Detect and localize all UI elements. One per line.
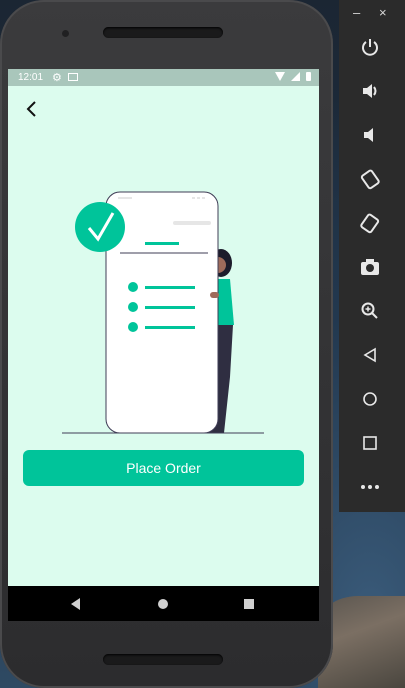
more-button[interactable]: [356, 473, 384, 501]
rotate-right-button[interactable]: [356, 209, 384, 237]
more-icon: [361, 485, 379, 489]
zoom-button[interactable]: [356, 297, 384, 325]
back-button-toolbar[interactable]: [356, 341, 384, 369]
overview-button-toolbar[interactable]: [356, 429, 384, 457]
emulator-toolbar: – ×: [339, 0, 405, 512]
status-bar: 12:01 ⚙: [8, 69, 319, 86]
volume-up-icon: [363, 84, 377, 98]
status-icons: [275, 71, 311, 81]
toolbar-window-controls: – ×: [339, 5, 405, 25]
app-screen: 12:01 ⚙ Place Order: [8, 69, 319, 621]
overview-icon: [363, 436, 377, 450]
top-speaker: [103, 27, 223, 38]
volume-down-icon: [364, 128, 373, 142]
battery-icon: [306, 71, 311, 81]
volume-down-button[interactable]: [356, 121, 384, 149]
bottom-speaker: [103, 654, 223, 665]
place-order-button[interactable]: Place Order: [23, 450, 304, 486]
signal-icon: [291, 71, 300, 81]
back-icon: [363, 347, 376, 363]
rotate-left-icon: [360, 169, 380, 190]
gear-icon: ⚙: [52, 72, 62, 84]
mail-icon: [68, 73, 78, 81]
power-button[interactable]: [356, 33, 384, 61]
screenshot-button[interactable]: [356, 253, 384, 281]
rotate-right-icon: [360, 213, 380, 234]
volume-up-button[interactable]: [356, 77, 384, 105]
nav-home-icon[interactable]: [158, 599, 168, 609]
front-camera: [62, 30, 69, 37]
power-icon: [362, 39, 378, 56]
chevron-left-icon: [26, 101, 36, 117]
rotate-left-button[interactable]: [356, 165, 384, 193]
camera-icon: [361, 259, 379, 275]
nav-back-icon[interactable]: [71, 598, 80, 610]
order-confirmation-illustration: [62, 191, 264, 434]
zoom-icon: [361, 302, 378, 319]
back-button[interactable]: [20, 97, 44, 121]
minimize-button[interactable]: –: [353, 5, 360, 20]
android-nav-bar: [8, 586, 319, 621]
checkmark-badge-icon: [75, 202, 125, 252]
emulator-phone-frame: 12:01 ⚙ Place Order: [0, 0, 333, 688]
wifi-icon: [275, 72, 285, 81]
close-button[interactable]: ×: [379, 5, 387, 20]
home-button-toolbar[interactable]: [356, 385, 384, 413]
home-icon: [363, 392, 377, 406]
nav-recents-icon[interactable]: [244, 599, 254, 609]
status-time: 12:01: [18, 72, 44, 83]
